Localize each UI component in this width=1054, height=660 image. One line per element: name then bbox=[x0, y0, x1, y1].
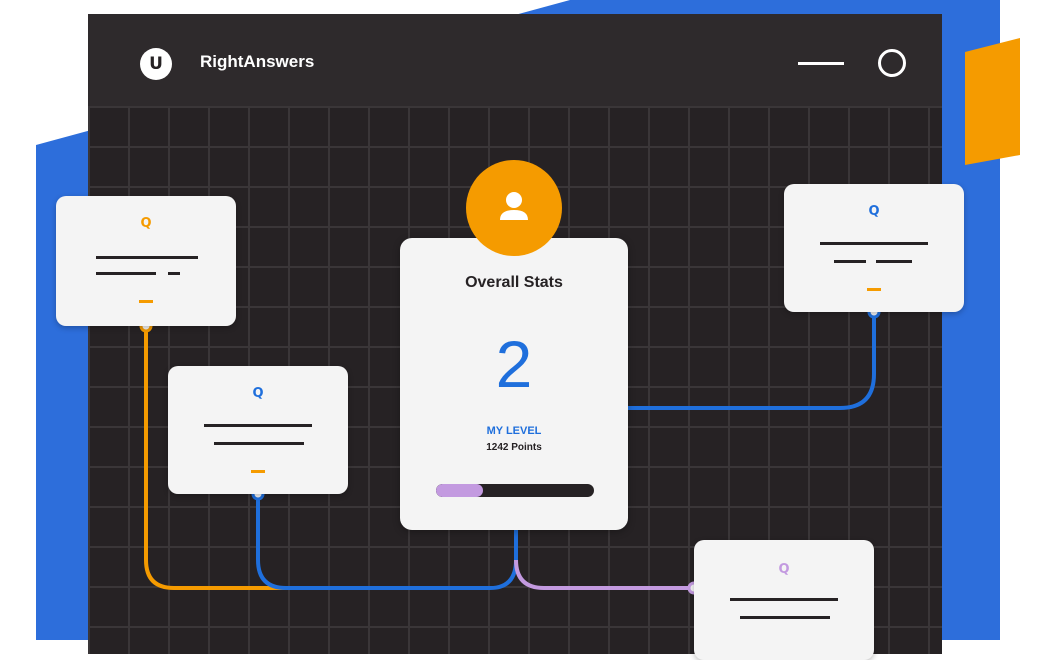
user-icon bbox=[500, 192, 528, 220]
text-line bbox=[168, 272, 180, 275]
text-line bbox=[214, 442, 304, 445]
level-label: MY LEVEL bbox=[486, 425, 542, 437]
avatar[interactable] bbox=[466, 160, 562, 256]
question-card[interactable]: Q bbox=[784, 184, 964, 312]
text-line bbox=[96, 272, 156, 275]
question-card[interactable]: Q bbox=[168, 366, 348, 494]
text-line bbox=[876, 260, 912, 263]
text-line bbox=[730, 598, 838, 601]
illustration-stage: U RightAnswers Q Q Q Q Overall Stats 2 M… bbox=[0, 0, 1054, 660]
level-progress-fill bbox=[436, 484, 484, 497]
text-line bbox=[204, 424, 312, 427]
text-line bbox=[740, 616, 830, 619]
points-value: 1242 Points bbox=[486, 442, 542, 453]
question-card[interactable]: Q bbox=[56, 196, 236, 326]
search-icon: Q bbox=[140, 216, 152, 231]
search-icon: Q bbox=[252, 386, 264, 401]
purple-connector bbox=[514, 559, 694, 590]
text-line bbox=[834, 260, 866, 263]
accent-dash bbox=[867, 288, 881, 291]
search-icon: Q bbox=[778, 562, 790, 577]
accent-dash bbox=[139, 300, 153, 303]
text-line bbox=[96, 256, 198, 259]
text-line bbox=[820, 242, 928, 245]
overall-stats-card[interactable]: Overall Stats 2 MY LEVEL 1242 Points bbox=[400, 238, 628, 530]
blue-connector-right bbox=[628, 312, 876, 410]
accent-dash bbox=[251, 470, 265, 473]
level-progress-bar bbox=[436, 484, 594, 497]
question-card[interactable]: Q bbox=[694, 540, 874, 660]
level-number: 2 bbox=[495, 327, 533, 401]
stats-title: Overall Stats bbox=[465, 274, 563, 291]
search-icon: Q bbox=[868, 204, 880, 219]
